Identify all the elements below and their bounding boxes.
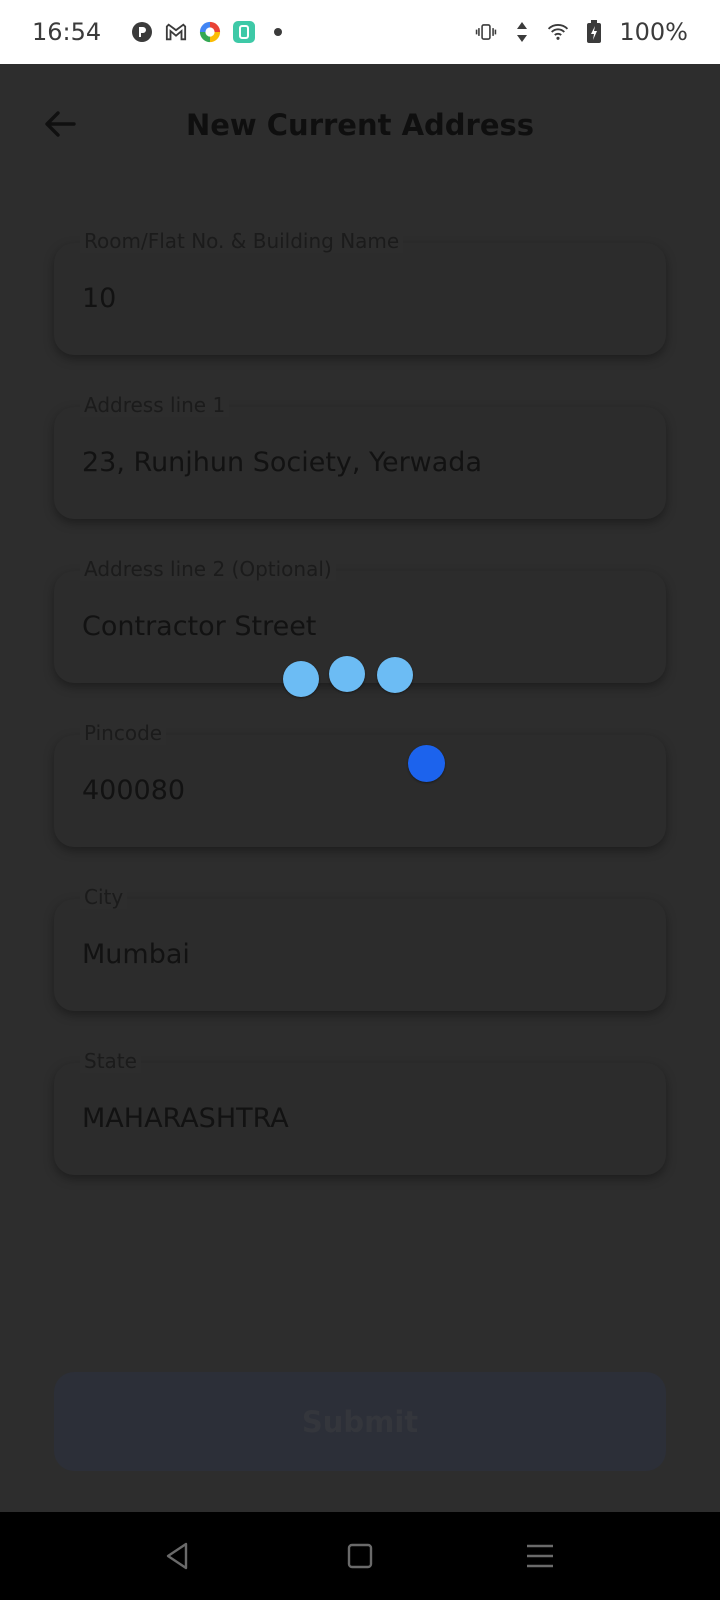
state-value: MAHARASHTRA [82, 1103, 289, 1134]
address-line-2-label: Address line 2 (Optional) [80, 557, 336, 581]
address-line-2-value: Contractor Street [82, 611, 317, 642]
loading-dot-accent [408, 745, 445, 782]
address-line-1-value: 23, Runjhun Society, Yerwada [82, 447, 482, 478]
city-value: Mumbai [82, 939, 190, 970]
gmail-icon [165, 21, 187, 43]
battery-charging-icon [583, 20, 605, 43]
loading-dot [329, 656, 365, 692]
app-bar: New Current Address [0, 64, 720, 184]
menu-lines-icon[interactable] [522, 1538, 558, 1574]
page-title: New Current Address [185, 108, 535, 142]
status-time: 16:54 [32, 18, 102, 46]
pincode-label: Pincode [80, 721, 167, 745]
back-triangle-icon[interactable] [160, 1538, 196, 1574]
pincode-value: 400080 [82, 775, 186, 806]
city-field[interactable]: City Mumbai [54, 885, 666, 1011]
vibrate-icon [475, 21, 497, 43]
wifi-icon [547, 21, 569, 43]
notification-icons [131, 21, 289, 43]
room-flat-value: 10 [82, 283, 117, 314]
green-app-icon [233, 21, 256, 43]
address-line-1-field[interactable]: Address line 1 23, Runjhun Society, Yerw… [54, 393, 666, 519]
data-arrows-icon [511, 21, 533, 43]
loading-dot [377, 657, 413, 693]
colorful-app-icon [199, 21, 221, 43]
dot-icon [267, 21, 289, 43]
submit-button[interactable]: Submit [54, 1372, 666, 1471]
loading-dot [283, 661, 319, 697]
system-nav-bar [0, 1512, 720, 1600]
address-line-1-label: Address line 1 [80, 393, 230, 417]
room-flat-label: Room/Flat No. & Building Name [80, 229, 404, 253]
state-label: State [80, 1049, 141, 1073]
city-label: City [80, 885, 128, 909]
system-icons: 100% [475, 18, 688, 46]
pincode-field[interactable]: Pincode 400080 [54, 721, 666, 847]
data-saver-icon [131, 21, 153, 43]
battery-percentage: 100% [619, 18, 688, 46]
home-square-icon[interactable] [342, 1538, 378, 1574]
room-flat-field[interactable]: Room/Flat No. & Building Name 10 [54, 229, 666, 355]
status-bar: 16:54 100% [0, 0, 720, 64]
state-field[interactable]: State MAHARASHTRA [54, 1049, 666, 1175]
